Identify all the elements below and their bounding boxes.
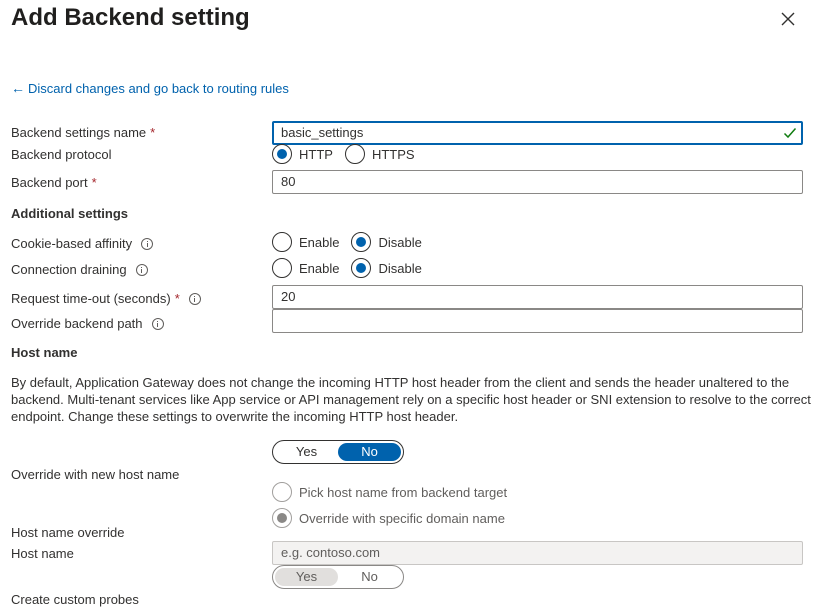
custom-probes-label: Create custom probes — [11, 592, 139, 607]
disable-label: Disable — [378, 234, 422, 250]
port-input[interactable]: 80 — [272, 170, 803, 194]
close-icon — [781, 12, 795, 26]
request-timeout-label: Request time-out (seconds) * — [11, 291, 201, 306]
host-name-override-label: Host name override — [11, 525, 125, 540]
info-icon[interactable] — [141, 237, 154, 250]
cookie-affinity-label: Cookie-based affinity — [11, 236, 154, 251]
enable-label: Enable — [299, 260, 340, 276]
cookie-affinity-radio-group: Enable Disable — [272, 232, 434, 252]
protocol-https-label: HTTPS — [371, 146, 415, 162]
cookie-affinity-disable-radio[interactable]: Disable — [351, 232, 422, 252]
settings-name-label: Backend settings name * — [11, 125, 155, 140]
request-timeout-label-text: Request time-out (seconds) — [11, 291, 171, 306]
settings-name-label-text: Backend settings name — [11, 125, 147, 140]
connection-draining-enable-radio[interactable]: Enable — [272, 258, 339, 278]
protocol-https-radio[interactable]: HTTPS — [344, 144, 415, 164]
pick-host-from-backend-radio[interactable]: Pick host name from backend target — [272, 482, 507, 502]
protocol-label: Backend protocol — [11, 147, 112, 162]
back-arrow-icon: ← — [11, 80, 25, 96]
host-pick-option: Pick host name from backend target — [272, 482, 519, 502]
page-title: Add Backend setting — [11, 4, 250, 31]
additional-settings-heading: Additional settings — [11, 206, 128, 221]
enable-label: Enable — [299, 234, 340, 250]
info-icon[interactable] — [188, 292, 201, 305]
protocol-http-radio[interactable]: HTTP — [272, 144, 333, 164]
disable-label: Disable — [378, 260, 422, 276]
pick-host-label: Pick host name from backend target — [299, 484, 508, 500]
info-icon[interactable] — [151, 317, 164, 330]
radio-unselected-icon — [272, 258, 292, 278]
host-name-placeholder: e.g. contoso.com — [281, 545, 380, 560]
override-path-label-text: Override backend path — [11, 316, 143, 331]
required-marker: * — [150, 125, 156, 140]
settings-name-value: basic_settings — [281, 125, 364, 140]
protocol-radio-group: HTTP HTTPS — [272, 144, 427, 164]
override-path-input[interactable] — [272, 309, 803, 333]
specific-domain-label: Override with specific domain name — [299, 510, 505, 526]
connection-draining-radio-group: Enable Disable — [272, 258, 434, 278]
protocol-http-label: HTTP — [299, 146, 333, 162]
host-name-description: By default, Application Gateway does not… — [11, 375, 811, 424]
custom-probes-no-option[interactable]: No — [338, 568, 401, 586]
settings-name-input[interactable]: basic_settings — [272, 121, 803, 145]
cookie-affinity-enable-radio[interactable]: Enable — [272, 232, 339, 252]
custom-probes-yes-option[interactable]: Yes — [275, 568, 338, 586]
override-host-toggle[interactable]: Yes No — [272, 440, 404, 464]
info-icon[interactable] — [135, 263, 148, 276]
override-specific-domain-radio[interactable]: Override with specific domain name — [272, 508, 505, 528]
radio-selected-icon — [351, 258, 372, 278]
override-path-label: Override backend path — [11, 316, 164, 331]
host-name-input[interactable]: e.g. contoso.com — [272, 541, 803, 565]
request-timeout-input[interactable]: 20 — [272, 285, 803, 309]
radio-unselected-icon — [272, 232, 292, 252]
close-button[interactable] — [779, 10, 797, 28]
required-marker: * — [91, 175, 97, 190]
radio-unselected-icon — [272, 482, 292, 502]
connection-draining-disable-radio[interactable]: Disable — [351, 258, 422, 278]
custom-probes-toggle[interactable]: Yes No — [272, 565, 404, 589]
host-name-label: Host name — [11, 546, 74, 561]
cookie-affinity-label-text: Cookie-based affinity — [11, 236, 133, 251]
request-timeout-value: 20 — [281, 289, 296, 304]
radio-selected-icon — [272, 508, 292, 528]
override-host-label: Override with new host name — [11, 467, 180, 482]
discard-changes-label: Discard changes and go back to routing r… — [28, 81, 289, 96]
override-host-yes-option[interactable]: Yes — [275, 443, 338, 461]
port-label: Backend port * — [11, 175, 97, 190]
override-host-no-option[interactable]: No — [338, 443, 401, 461]
port-value: 80 — [281, 174, 296, 189]
radio-selected-icon — [272, 144, 292, 164]
required-marker: * — [174, 291, 180, 306]
radio-selected-icon — [351, 232, 372, 252]
checkmark-icon — [783, 128, 797, 139]
connection-draining-label: Connection draining — [11, 262, 148, 277]
port-label-text: Backend port — [11, 175, 88, 190]
host-specific-option: Override with specific domain name — [272, 508, 517, 528]
radio-unselected-icon — [344, 144, 365, 164]
connection-draining-label-text: Connection draining — [11, 262, 127, 277]
host-name-heading: Host name — [11, 345, 78, 360]
discard-changes-link[interactable]: ← Discard changes and go back to routing … — [11, 80, 289, 96]
